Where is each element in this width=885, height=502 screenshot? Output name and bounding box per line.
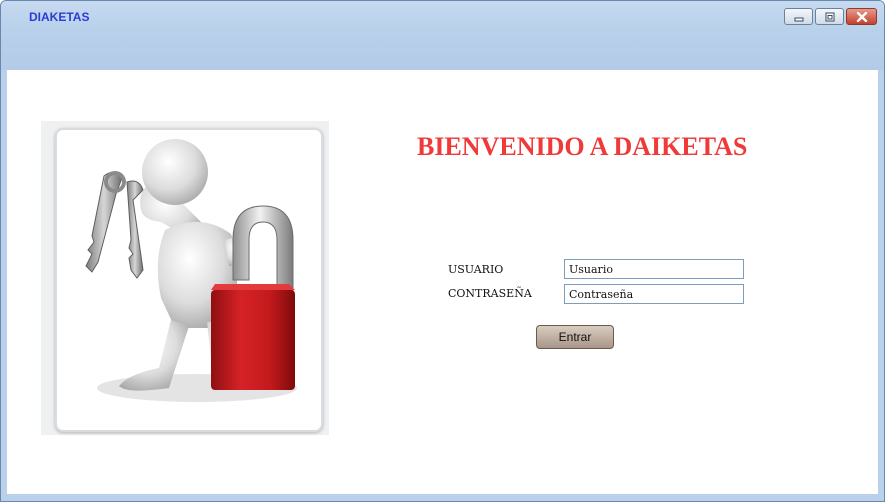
window-title: DIAKETAS xyxy=(29,10,90,24)
security-illustration xyxy=(41,121,329,435)
maximize-icon xyxy=(825,12,834,21)
welcome-heading: BIENVENIDO A DAIKETAS xyxy=(417,132,748,161)
username-input[interactable]: Usuario xyxy=(564,259,744,279)
app-window: DIAKETAS BIENVENIDO A DAIKETAS USUARIO U… xyxy=(0,0,885,502)
minimize-icon xyxy=(794,17,803,21)
username-label: USUARIO xyxy=(448,263,504,276)
password-label: CONTRASEÑA xyxy=(448,287,532,300)
minimize-button[interactable] xyxy=(784,8,813,25)
login-button[interactable]: Entrar xyxy=(536,325,614,349)
security-figure-icon xyxy=(85,139,297,402)
window-controls xyxy=(784,8,877,25)
close-icon xyxy=(856,11,867,22)
login-panel: BIENVENIDO A DAIKETAS USUARIO Usuario CO… xyxy=(7,70,878,494)
close-button[interactable] xyxy=(846,8,877,25)
password-input[interactable]: Contraseña xyxy=(564,284,744,304)
title-bar[interactable]: DIAKETAS xyxy=(1,1,884,70)
maximize-button[interactable] xyxy=(815,8,844,25)
illustration-frame xyxy=(55,128,323,432)
keys xyxy=(85,171,144,279)
